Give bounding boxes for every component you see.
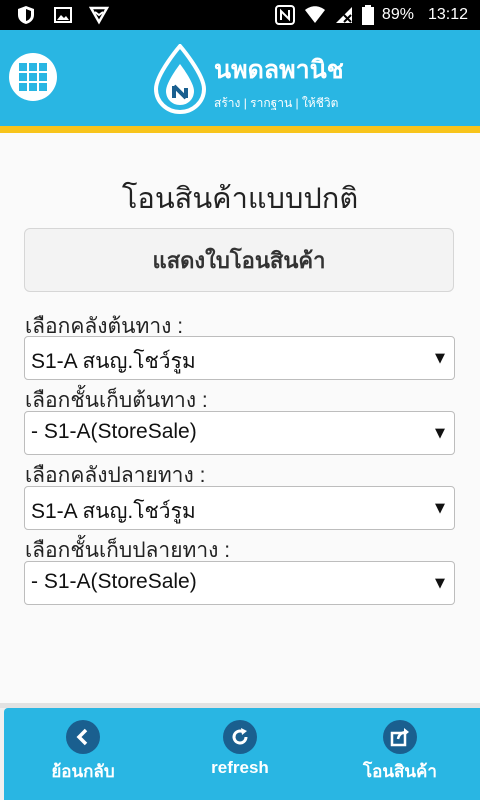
dropdown-arrow-icon: ▼ [435,576,445,591]
nfc-icon [274,5,295,25]
source-warehouse-value: S1-A สนญ.โชว์รูม [31,350,196,373]
transfer-label: โอนสินค้า [363,762,437,781]
brand-tagline: สร้าง | รากฐาน | ให้ชีวิต [214,96,339,110]
menu-button[interactable] [9,53,57,101]
water-drop-logo-icon [153,44,207,114]
source-shelf-value: - S1-A(StoreSale) [31,420,197,443]
destination-shelf-value: - S1-A(StoreSale) [31,570,197,593]
battery-percent: 89% [381,6,414,23]
wifi-icon [304,6,325,23]
brand-logo: นพดลพานิช สร้าง | รากฐาน | ให้ชีวิต [150,44,350,114]
destination-warehouse-value: S1-A สนญ.โชว์รูม [31,500,196,523]
status-bar: 89% 13:12 [0,0,480,30]
shield-icon [18,6,34,24]
back-icon [66,720,100,754]
transfer-button[interactable]: โอนสินค้า [340,720,460,785]
no-signal-icon [335,7,352,23]
source-warehouse-select[interactable]: S1-A สนญ.โชว์รูม ▼ [24,336,455,380]
dropdown-arrow-icon: ▼ [435,351,445,366]
dropdown-arrow-icon: ▼ [435,426,445,441]
grid-menu-icon [19,63,47,91]
page-title: โอนสินค้าแบบปกติ [121,183,359,215]
share-icon [383,720,417,754]
destination-shelf-select[interactable]: - S1-A(StoreSale) ▼ [24,561,455,605]
destination-warehouse-select[interactable]: S1-A สนญ.โชว์รูม ▼ [24,486,455,530]
header-accent-stripe [0,126,480,133]
image-icon [54,7,72,23]
app-notification-icon [89,6,109,25]
source-shelf-select[interactable]: - S1-A(StoreSale) ▼ [24,411,455,455]
dropdown-arrow-icon: ▼ [435,501,445,516]
refresh-label: refresh [211,758,269,777]
refresh-button[interactable]: refresh [180,720,300,778]
back-button[interactable]: ย้อนกลับ [23,720,143,785]
show-transfer-slip-button[interactable]: แสดงใบโอนสินค้า [24,228,454,292]
back-label: ย้อนกลับ [51,762,115,781]
refresh-icon [223,720,257,754]
battery-icon [361,5,374,25]
clock: 13:12 [427,6,468,23]
brand-name: นพดลพานิช [214,56,344,84]
